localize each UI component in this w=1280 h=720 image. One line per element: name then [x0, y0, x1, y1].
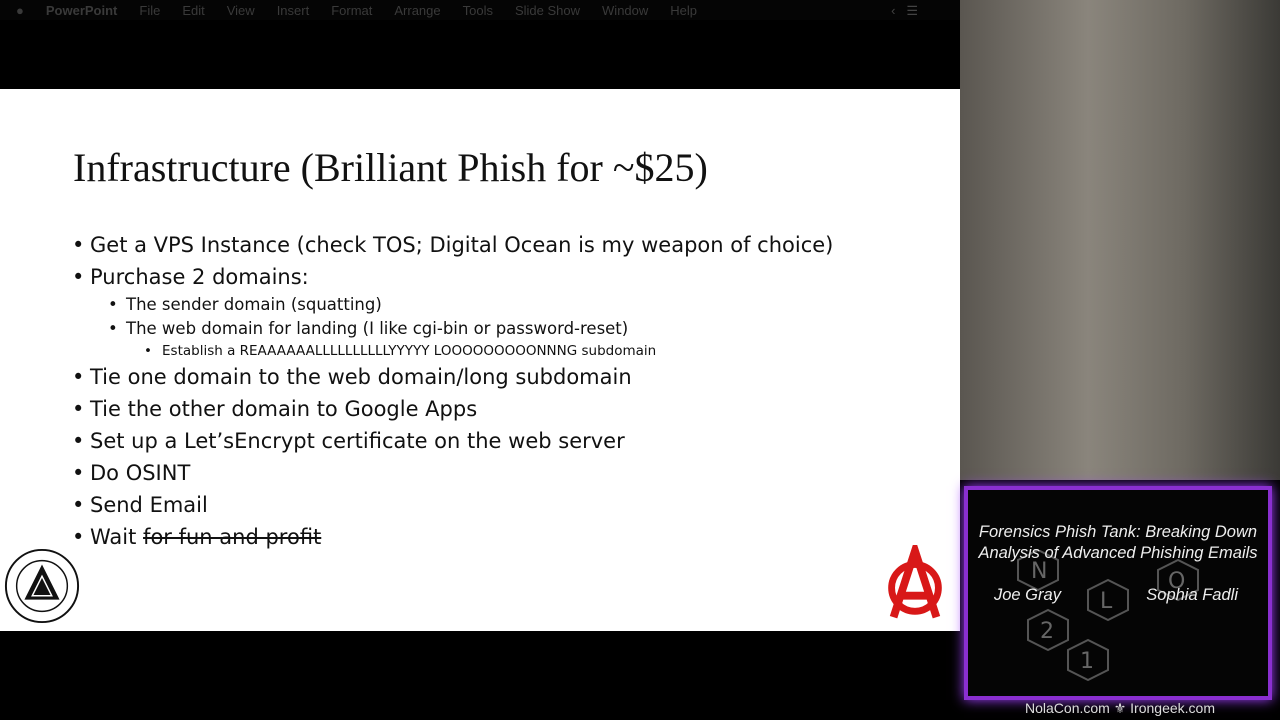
struck-text: for fun and profit	[143, 525, 322, 549]
bullet-text: Wait	[90, 525, 137, 549]
bullet: Wait for fun and profit	[72, 521, 833, 553]
menu-list-icon[interactable]: ‹ ☰	[891, 3, 918, 19]
slide: Infrastructure (Brilliant Phish for ~$25…	[0, 89, 960, 631]
menu-slide-show[interactable]: Slide Show	[515, 3, 580, 18]
slide-title: Infrastructure (Brilliant Phish for ~$25…	[73, 145, 708, 190]
speakers: Joe Gray Sophia Fadli	[994, 586, 1238, 605]
menu-window[interactable]: Window	[602, 3, 648, 18]
apple-icon[interactable]: ●	[16, 3, 24, 18]
menu-view[interactable]: View	[227, 3, 255, 18]
bullet: Tie the other domain to Google Apps	[72, 393, 833, 425]
nolacon-logo-icon: NLO 21	[1017, 550, 1199, 682]
speaker-name: Sophia Fadli	[1146, 586, 1238, 604]
menu-edit[interactable]: Edit	[182, 3, 204, 18]
menu-bar: ● PowerPoint File Edit View Insert Forma…	[0, 0, 960, 20]
footer-links: NolaCon.com ⚜ Irongeek.com	[1025, 700, 1215, 716]
menu-arrange[interactable]: Arrange	[394, 3, 440, 18]
menu-tools[interactable]: Tools	[463, 3, 493, 18]
svg-text:1: 1	[1080, 649, 1094, 674]
bullet: Tie one domain to the web domain/long su…	[72, 361, 833, 393]
menu-format[interactable]: Format	[331, 3, 372, 18]
talk-info-panel: NLO 21 Forensics Phish Tank: Breaking Do…	[964, 486, 1272, 700]
sub-bullet: The web domain for landing (I like cgi-b…	[108, 317, 833, 341]
bullet: Send Email	[72, 489, 833, 521]
svg-text:2: 2	[1040, 619, 1054, 644]
anarchy-logo-icon	[888, 545, 942, 619]
bullet: Set up a Let’sEncrypt certificate on the…	[72, 425, 833, 457]
talk-title: Forensics Phish Tank: Breaking Down Anal…	[978, 523, 1258, 562]
sub-bullet: The sender domain (squatting)	[108, 293, 833, 317]
menu-insert[interactable]: Insert	[277, 3, 310, 18]
speaker-name: Joe Gray	[994, 586, 1061, 604]
speaker-camera-feed	[960, 0, 1280, 480]
menu-app[interactable]: PowerPoint	[46, 3, 118, 18]
sub-sub-bullet: Establish a REAAAAAALLLLLLLLLLYYYYY LOOO…	[144, 341, 833, 361]
bullet: Do OSINT	[72, 457, 833, 489]
bullet: Get a VPS Instance (check TOS; Digital O…	[72, 229, 833, 261]
bullet-list: Get a VPS Instance (check TOS; Digital O…	[72, 229, 833, 553]
menu-file[interactable]: File	[139, 3, 160, 18]
menu-help[interactable]: Help	[670, 3, 697, 18]
valhalla-logo-icon	[4, 548, 80, 624]
bullet: Purchase 2 domains:	[72, 261, 833, 293]
